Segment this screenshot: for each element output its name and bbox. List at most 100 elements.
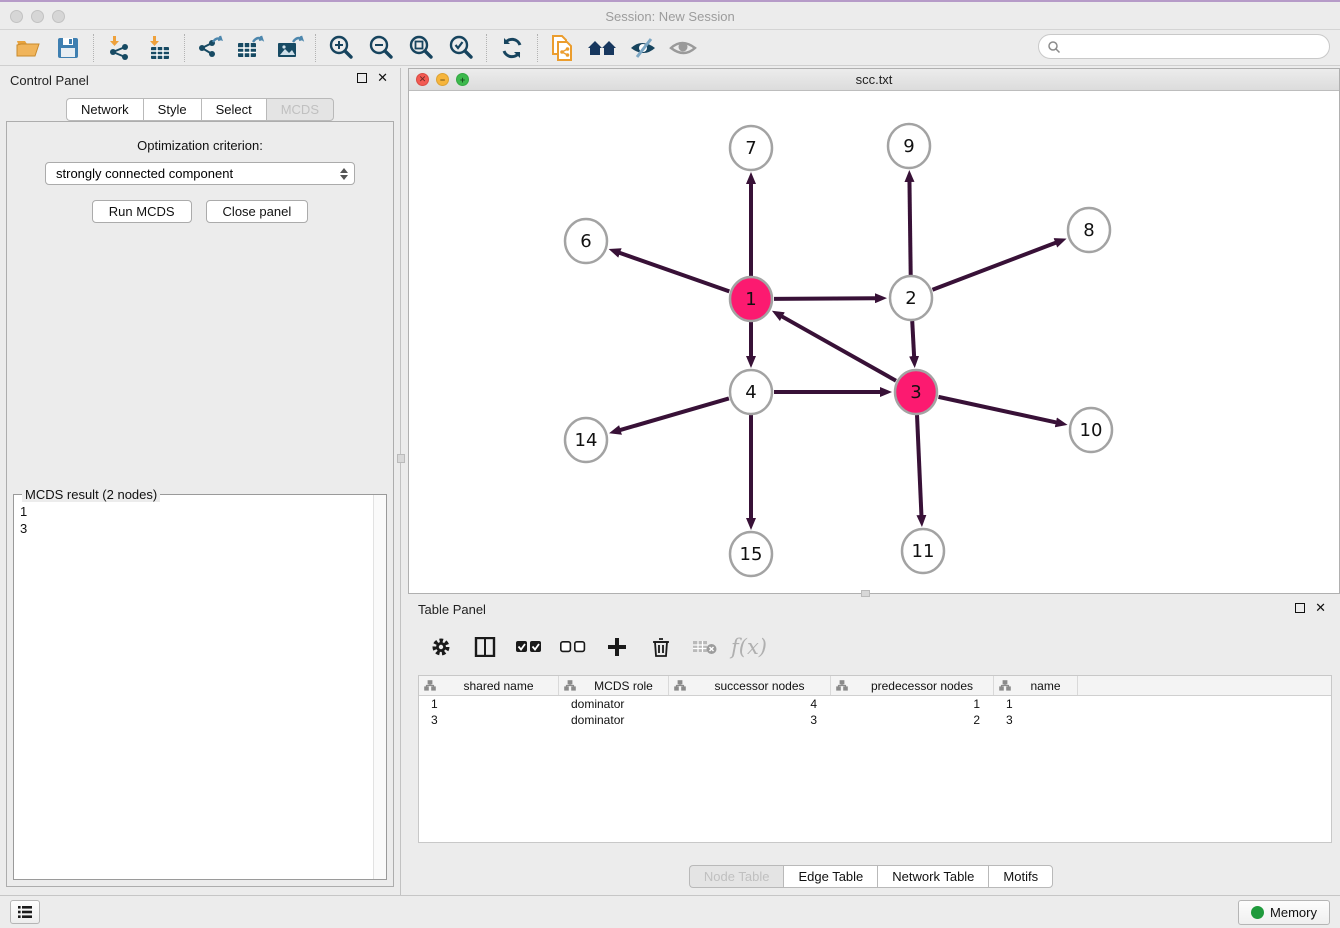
- svg-text:14: 14: [575, 430, 598, 451]
- table-cell[interactable]: 4: [669, 696, 831, 712]
- graph-node-9[interactable]: 9: [888, 124, 930, 168]
- table-cell[interactable]: 1: [419, 696, 559, 712]
- edge-3-10[interactable]: [938, 397, 1056, 423]
- tab-motifs[interactable]: Motifs: [988, 865, 1053, 888]
- edge-2-8[interactable]: [932, 242, 1056, 289]
- delete-icon[interactable]: [646, 632, 676, 662]
- task-history-button[interactable]: [10, 900, 40, 924]
- table-cell[interactable]: 3: [994, 712, 1078, 728]
- tab-edge-table[interactable]: Edge Table: [783, 865, 877, 888]
- edge-1-6[interactable]: [619, 253, 729, 292]
- window-title: Session: New Session: [0, 9, 1340, 24]
- tab-select[interactable]: Select: [201, 98, 266, 121]
- home-icon[interactable]: [583, 33, 623, 63]
- search-field[interactable]: [1038, 34, 1330, 59]
- tab-network[interactable]: Network: [66, 98, 143, 121]
- attribute-tree-icon: [674, 680, 686, 691]
- graph-node-1[interactable]: 1: [730, 277, 772, 321]
- result-scrollbar[interactable]: [373, 495, 386, 879]
- zoom-selected-icon[interactable]: [441, 33, 481, 63]
- table-cell[interactable]: dominator: [559, 696, 669, 712]
- column-header-successor-nodes[interactable]: successor nodes: [669, 676, 831, 695]
- run-mcds-button[interactable]: Run MCDS: [92, 200, 192, 223]
- close-panel-icon[interactable]: ✕: [377, 73, 388, 83]
- close-panel-button[interactable]: Close panel: [206, 200, 309, 223]
- split-columns-icon[interactable]: [470, 632, 500, 662]
- table-cell[interactable]: 2: [831, 712, 994, 728]
- toolbar-separator: [537, 34, 538, 62]
- close-table-panel-icon[interactable]: ✕: [1315, 603, 1326, 613]
- table-cell[interactable]: 1: [994, 696, 1078, 712]
- criterion-select[interactable]: strongly connected component: [45, 162, 355, 185]
- mcds-panel: Optimization criterion: strongly connect…: [6, 121, 394, 887]
- refresh-icon[interactable]: [492, 33, 532, 63]
- export-image-icon[interactable]: [270, 33, 310, 63]
- table-cell[interactable]: 1: [831, 696, 994, 712]
- hide-eye-icon[interactable]: [623, 33, 663, 63]
- network-file-icon[interactable]: [543, 33, 583, 63]
- tab-mcds[interactable]: MCDS: [266, 98, 334, 121]
- deselect-checkboxes-icon[interactable]: [558, 632, 588, 662]
- table-row[interactable]: 3dominator323: [419, 712, 1331, 728]
- graph-node-14[interactable]: 14: [565, 418, 607, 462]
- graph-node-7[interactable]: 7: [730, 126, 772, 170]
- memory-label: Memory: [1270, 905, 1317, 920]
- zoom-out-icon[interactable]: [361, 33, 401, 63]
- tab-network-table[interactable]: Network Table: [877, 865, 988, 888]
- delete-table-icon[interactable]: [690, 632, 720, 662]
- graph-node-6[interactable]: 6: [565, 219, 607, 263]
- float-table-panel-icon[interactable]: [1295, 603, 1305, 613]
- import-network-icon[interactable]: [99, 33, 139, 63]
- optimization-criterion-label: Optimization criterion:: [7, 138, 393, 153]
- float-panel-icon[interactable]: [357, 73, 367, 83]
- edge-1-2[interactable]: [774, 298, 876, 299]
- gear-icon[interactable]: [426, 632, 456, 662]
- horizontal-splitter-grip[interactable]: [861, 590, 870, 597]
- save-session-icon[interactable]: [48, 33, 88, 63]
- zoom-fit-icon[interactable]: [401, 33, 441, 63]
- table-row[interactable]: 1dominator411: [419, 696, 1331, 712]
- export-network-icon[interactable]: [190, 33, 230, 63]
- network-window-titlebar: ✕ − + scc.txt: [409, 69, 1339, 91]
- node-table[interactable]: shared nameMCDS rolesuccessor nodesprede…: [418, 675, 1332, 843]
- column-header-name[interactable]: name: [994, 676, 1078, 695]
- graph-node-8[interactable]: 8: [1068, 208, 1110, 252]
- import-table-icon[interactable]: [139, 33, 179, 63]
- select-all-checkboxes-icon[interactable]: [514, 632, 544, 662]
- edge-2-3[interactable]: [912, 321, 914, 357]
- column-header-shared-name[interactable]: shared name: [419, 676, 559, 695]
- table-cell[interactable]: 3: [669, 712, 831, 728]
- memory-button[interactable]: Memory: [1238, 900, 1330, 925]
- edge-4-14[interactable]: [620, 398, 729, 430]
- zoom-in-icon[interactable]: [321, 33, 361, 63]
- graph-node-3[interactable]: 3: [895, 370, 937, 414]
- control-panel-header: Control Panel ✕: [0, 68, 400, 94]
- graph-node-15[interactable]: 15: [730, 532, 772, 576]
- table-cell[interactable]: dominator: [559, 712, 669, 728]
- graph-node-10[interactable]: 10: [1070, 408, 1112, 452]
- vertical-splitter-grip[interactable]: [397, 454, 405, 463]
- graph-node-2[interactable]: 2: [890, 276, 932, 320]
- function-builder-icon[interactable]: f(x): [734, 632, 764, 662]
- tab-style[interactable]: Style: [143, 98, 201, 121]
- graph-node-4[interactable]: 4: [730, 370, 772, 414]
- add-column-icon[interactable]: [602, 632, 632, 662]
- edge-3-1[interactable]: [781, 316, 895, 381]
- application-window: Session: New Session: [0, 0, 1340, 926]
- show-eye-icon[interactable]: [663, 33, 703, 63]
- edge-2-9[interactable]: [909, 181, 910, 275]
- search-input[interactable]: [1065, 37, 1329, 57]
- toolbar-separator: [486, 34, 487, 62]
- open-file-icon[interactable]: [8, 33, 48, 63]
- column-header-MCDS-role[interactable]: MCDS role: [559, 676, 669, 695]
- network-canvas[interactable]: 7 9 6 8 1 2 4 3 14 10 15 11: [409, 91, 1339, 593]
- svg-text:7: 7: [745, 138, 756, 159]
- window-titlebar: Session: New Session: [0, 4, 1340, 30]
- tab-node-table[interactable]: Node Table: [689, 865, 784, 888]
- edge-3-11[interactable]: [917, 415, 921, 516]
- control-panel: Control Panel ✕ NetworkStyleSelectMCDS O…: [0, 68, 401, 895]
- export-table-icon[interactable]: [230, 33, 270, 63]
- graph-node-11[interactable]: 11: [902, 529, 944, 573]
- column-header-predecessor-nodes[interactable]: predecessor nodes: [831, 676, 994, 695]
- table-cell[interactable]: 3: [419, 712, 559, 728]
